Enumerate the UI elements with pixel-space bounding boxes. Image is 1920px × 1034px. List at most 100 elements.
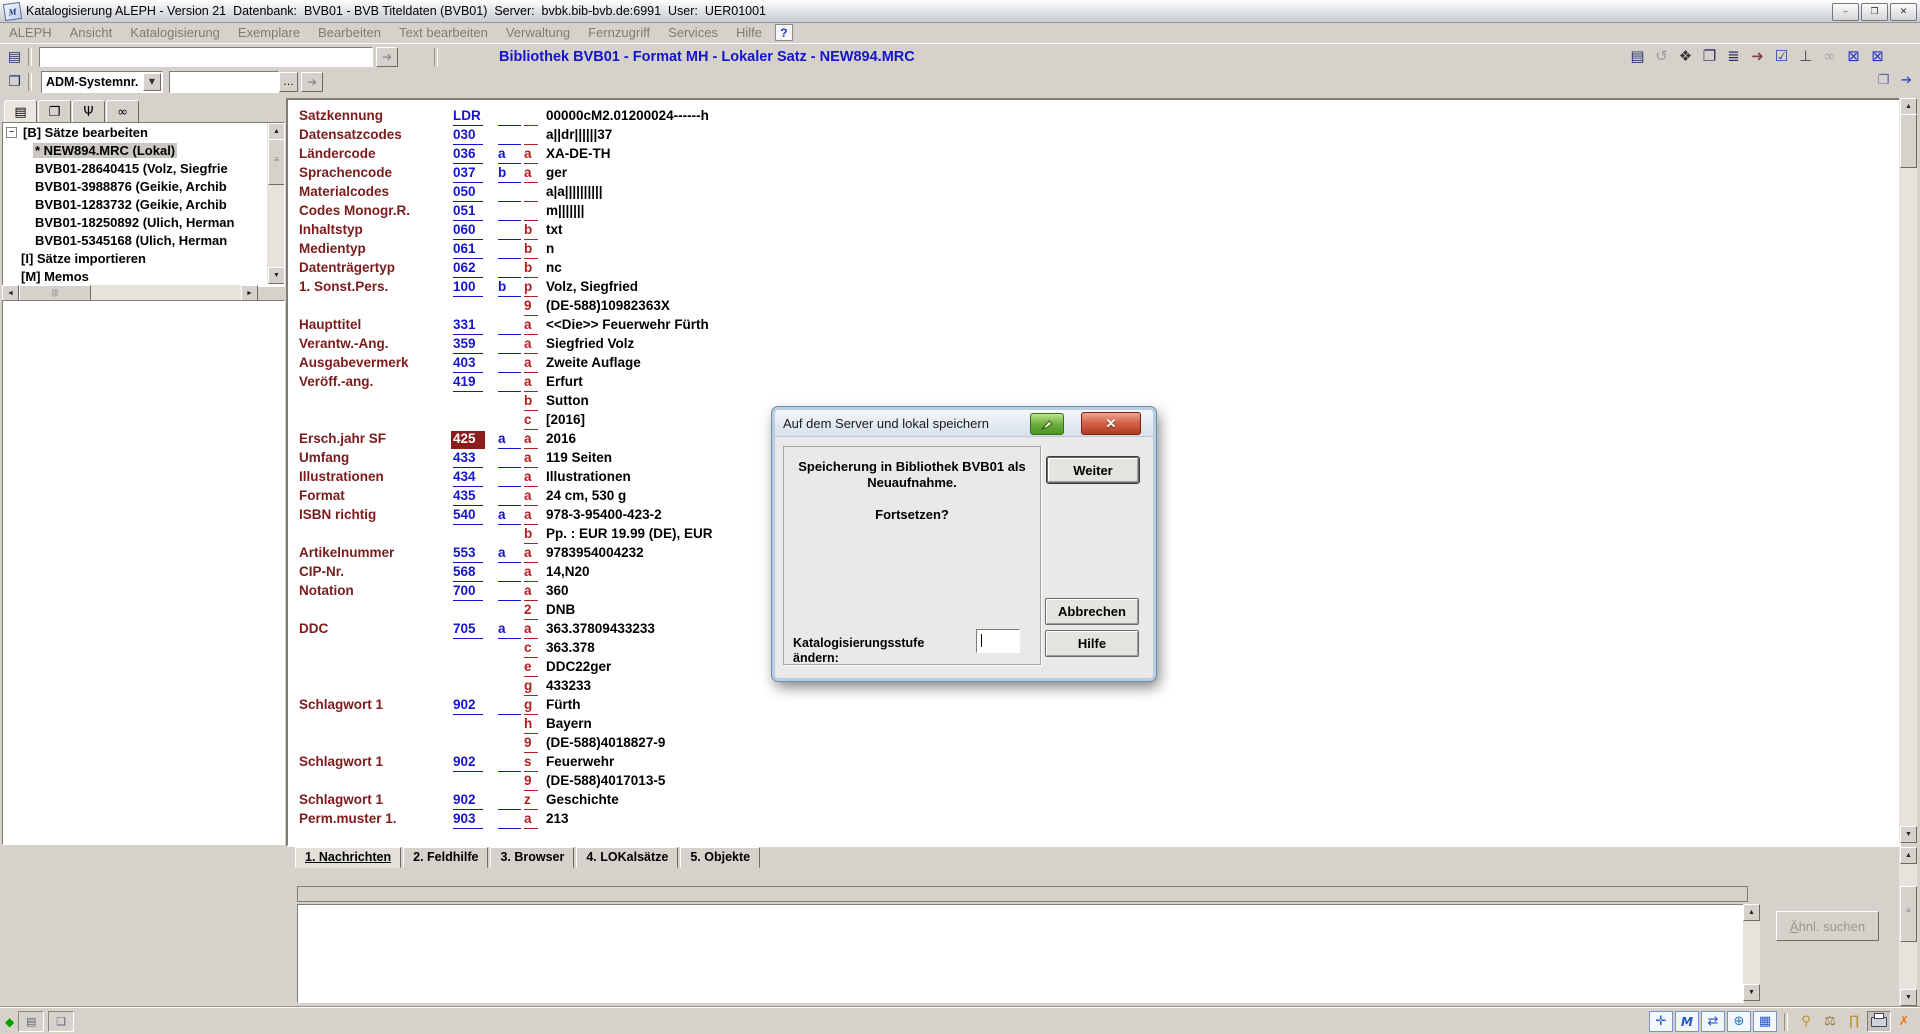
menu-fernzugriff[interactable]: Fernzugriff [579, 25, 659, 40]
printer-icon[interactable] [1867, 1011, 1891, 1032]
field-value[interactable]: 00000cM2.01200024------h [546, 108, 709, 125]
record-row[interactable]: 1. Sonst.Pers.100bpVolz, Siegfried [288, 279, 1899, 298]
field-value[interactable]: txt [546, 222, 563, 239]
field-tag[interactable]: 902 [453, 697, 483, 715]
field-value[interactable]: nc [546, 260, 562, 277]
record-row[interactable]: Ausgabevermerk403aZweite Auflage [288, 355, 1899, 374]
cataloging-level-input[interactable] [976, 629, 1020, 653]
clipboard-icon[interactable]: ▤ [18, 1011, 44, 1032]
field-value[interactable]: Feuerwehr [546, 754, 614, 771]
field-tag[interactable]: 902 [453, 754, 483, 772]
edit-record-icon[interactable]: ▤ [1627, 46, 1648, 66]
record-row[interactable]: Perm.muster 1.903a213 [288, 811, 1899, 830]
field-tag[interactable]: 700 [453, 583, 483, 601]
help-icon[interactable]: ? [775, 24, 793, 41]
close-all-records-icon[interactable]: ⊠ [1867, 46, 1888, 66]
tree-item[interactable]: BVB01-28640415 (Volz, Siegfrie [3, 159, 284, 177]
field-value[interactable]: (DE-588)4018827-9 [546, 735, 665, 752]
scroll-up-icon[interactable]: ▲ [1743, 904, 1760, 921]
scroll-up-icon[interactable]: ▲ [268, 123, 285, 140]
move-panes-icon[interactable]: ✛ [1649, 1011, 1673, 1032]
field-tag[interactable]: 433 [453, 450, 483, 468]
tab-2-feldhilfe[interactable]: 2. Feldhilfe [403, 847, 488, 868]
chevron-down-icon[interactable]: ▼ [143, 73, 161, 91]
field-tag[interactable]: 037 [453, 165, 483, 183]
document-status-icon[interactable]: ❏ [48, 1011, 74, 1032]
field-value[interactable]: (DE-588)4017013-5 [546, 773, 665, 790]
field-tag[interactable]: 425 [451, 431, 485, 449]
field-value[interactable]: 213 [546, 811, 569, 828]
field-tag[interactable]: 062 [453, 260, 483, 278]
record-row[interactable]: SatzkennungLDR00000cM2.01200024------h [288, 108, 1899, 127]
record-row[interactable]: Datensatzcodes030a||dr||||||37 [288, 127, 1899, 146]
record-row[interactable]: Haupttitel331a<<Die>> Feuerwehr Fürth [288, 317, 1899, 336]
tree-tab-copy-records[interactable]: ❐ [38, 100, 71, 124]
field-tag[interactable]: 100 [453, 279, 483, 297]
abbrechen-button[interactable]: Abbrechen [1045, 598, 1139, 625]
field-value[interactable]: 433233 [546, 678, 591, 695]
close-record-icon[interactable]: ⊠ [1843, 46, 1864, 66]
minimize-button[interactable]: – [1832, 3, 1859, 21]
record-row[interactable]: Schlagwort 1902sFeuerwehr [288, 754, 1899, 773]
field-value[interactable]: Illustrationen [546, 469, 631, 486]
record-row[interactable]: Schlagwort 1902zGeschichte [288, 792, 1899, 811]
field-value[interactable]: a||dr||||||37 [546, 127, 612, 144]
record-row[interactable]: 9(DE-588)4018827-9 [288, 735, 1899, 754]
record-go-button[interactable]: ➔ [376, 47, 398, 67]
field-value[interactable]: 119 Seiten [546, 450, 612, 467]
field-tag[interactable]: 036 [453, 146, 483, 164]
menu-katalogisierung[interactable]: Katalogisierung [121, 25, 229, 40]
undo-icon[interactable]: ↺ [1651, 46, 1672, 66]
menu-verwaltung[interactable]: Verwaltung [497, 25, 579, 40]
admin-number-input[interactable] [169, 71, 279, 93]
field-tag[interactable]: 051 [453, 203, 483, 221]
similar-search-button[interactable]: Ähnl. suchen [1776, 911, 1879, 941]
field-value[interactable]: Zweite Auflage [546, 355, 641, 372]
field-value[interactable]: <<Die>> Feuerwehr Fürth [546, 317, 709, 334]
admin-go-button[interactable]: ➔ [301, 72, 323, 92]
field-tag[interactable]: 060 [453, 222, 483, 240]
field-value[interactable]: (DE-588)10982363X [546, 298, 670, 315]
field-value[interactable]: 24 cm, 530 g [546, 488, 626, 505]
field-value[interactable]: Volz, Siegfried [546, 279, 638, 296]
open-book-icon[interactable]: ❐ [1699, 46, 1720, 66]
tree-item[interactable]: BVB01-1283732 (Geikie, Archib [3, 195, 284, 213]
hilfe-button[interactable]: Hilfe [1045, 630, 1139, 657]
dialog-pin-button[interactable] [1030, 413, 1064, 435]
field-value[interactable]: Bayern [546, 716, 592, 733]
field-tag[interactable]: 705 [453, 621, 483, 639]
menu-aleph[interactable]: ALEPH [0, 25, 61, 40]
bottom-right-scrollbar[interactable]: ▲ ≡ ▼ [1899, 847, 1917, 1006]
record-row[interactable]: 9(DE-588)4017013-5 [288, 773, 1899, 792]
field-tag[interactable]: 553 [453, 545, 483, 563]
field-value[interactable]: n [546, 241, 554, 258]
field-value[interactable]: Geschichte [546, 792, 619, 809]
field-tag[interactable]: 403 [453, 355, 483, 373]
field-value[interactable]: DDC22ger [546, 659, 611, 676]
field-tag[interactable]: 359 [453, 336, 483, 354]
field-tag[interactable]: 435 [453, 488, 483, 506]
field-value[interactable]: 363.37809433233 [546, 621, 655, 638]
field-tag[interactable]: 419 [453, 374, 483, 392]
menu-exemplare[interactable]: Exemplare [229, 25, 309, 40]
tree-vertical-scrollbar[interactable]: ▲ ≡ ▼ [267, 123, 284, 284]
scrollbar-thumb[interactable] [1900, 114, 1917, 168]
field-tag[interactable]: 030 [453, 127, 483, 145]
messages-list[interactable] [297, 904, 1744, 1003]
dialog-close-button[interactable]: ✕ [1081, 412, 1141, 435]
full-view-icon[interactable]: ≣ [1723, 46, 1744, 66]
globe-icon[interactable]: ⊕ [1727, 1011, 1751, 1032]
menu-hilfe[interactable]: Hilfe [727, 25, 771, 40]
check-record-icon[interactable]: ☑ [1771, 46, 1792, 66]
tree-item[interactable]: BVB01-18250892 (Ulich, Herman [3, 213, 284, 231]
scroll-down-icon[interactable]: ▼ [1900, 826, 1917, 843]
admin-bar-icon[interactable]: ❐ [4, 72, 25, 92]
connection-status-icon[interactable]: ◆ [5, 1016, 14, 1028]
field-tag[interactable]: 061 [453, 241, 483, 259]
field-value[interactable]: Fürth [546, 697, 581, 714]
bank-icon[interactable]: ∏ [1843, 1012, 1865, 1031]
goto-record-icon[interactable]: ➔ [1897, 71, 1916, 89]
menu-ansicht[interactable]: Ansicht [61, 25, 122, 40]
field-value[interactable]: 363.378 [546, 640, 595, 657]
search-similar-icon[interactable]: ∞ [1819, 46, 1840, 66]
